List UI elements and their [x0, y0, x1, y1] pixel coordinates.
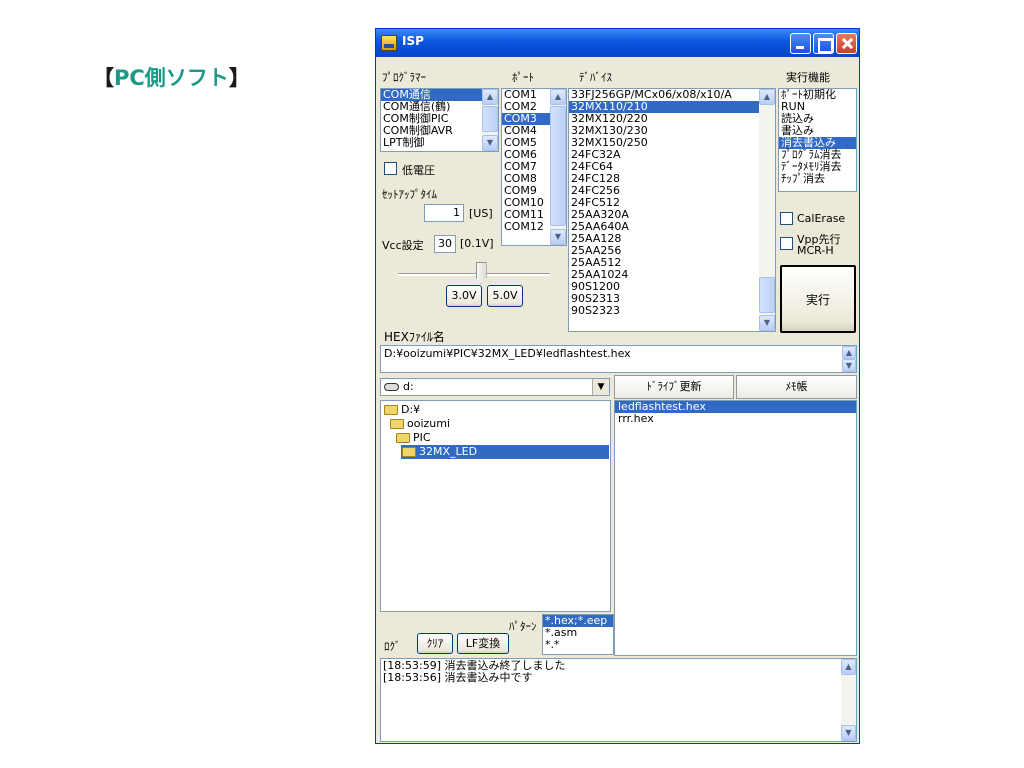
pattern-list[interactable]: *.hex;*.eep *.asm *.* — [542, 614, 614, 655]
programmer-label: ﾌﾟﾛｸﾞﾗﾏｰ — [382, 71, 426, 84]
clear-log-button[interactable]: ｸﾘｱ — [417, 633, 453, 654]
setup-time-label: ｾｯﾄｱｯﾌﾟﾀｲﾑ — [382, 188, 437, 201]
programmer-list[interactable]: COM通信 COM通信(鶴) COM制御PIC COM制御AVR LPT制御 ▲ ▼ — [380, 88, 499, 152]
minimize-button[interactable] — [790, 33, 811, 54]
folder-label: ooizumi — [407, 417, 451, 430]
vcc-slider-thumb[interactable] — [475, 262, 487, 284]
set-3v-button[interactable]: 3.0V — [446, 285, 482, 307]
pattern-item[interactable]: *.* — [543, 639, 613, 651]
caption-text: PC側ソフト — [114, 66, 229, 90]
drive-value: d: — [403, 380, 414, 393]
vcc-label: Vcc設定 — [382, 239, 424, 252]
device-label: ﾃﾞﾊﾞｲｽ — [579, 71, 612, 84]
page-caption: 【PC側ソフト】 — [93, 62, 250, 92]
log-scrollbar[interactable]: ▲ ▼ — [841, 659, 856, 741]
folder-item[interactable]: PIC — [395, 431, 431, 445]
functions-label: 実行機能 — [786, 71, 830, 84]
file-item[interactable]: rrr.hex — [615, 413, 856, 425]
scroll-down-icon[interactable]: ▼ — [759, 315, 775, 331]
folder-item[interactable]: D:¥ — [383, 403, 420, 417]
title-bar[interactable]: ISP — [376, 29, 859, 57]
function-item[interactable]: ﾁｯﾌﾟ消去 — [779, 173, 856, 185]
hex-path-field[interactable]: D:¥ooizumi¥PIC¥32MX_LED¥ledflashtest.hex… — [380, 345, 857, 373]
folder-label: PIC — [413, 431, 431, 444]
isp-window: ISP ﾌﾟﾛｸﾞﾗﾏｰ ﾎﾟｰﾄ ﾃﾞﾊﾞｲｽ 実行機能 COM通信 COM通信… — [375, 28, 860, 744]
scroll-up-icon[interactable]: ▲ — [842, 346, 856, 359]
scroll-up-icon[interactable]: ▲ — [841, 659, 856, 675]
notepad-button[interactable]: ﾒﾓ帳 — [736, 375, 857, 399]
folder-tree[interactable]: D:¥ ooizumi PIC 32MX_LED — [380, 400, 611, 612]
setup-time-unit: [US] — [469, 207, 493, 220]
vpp-first-checkbox[interactable] — [780, 237, 793, 250]
scroll-thumb[interactable] — [550, 106, 566, 226]
set-5v-button[interactable]: 5.0V — [487, 285, 523, 307]
function-list[interactable]: ﾎﾟｰﾄ初期化 RUN 読込み 書込み 消去書込み ﾌﾟﾛｸﾞﾗﾑ消去 ﾃﾞｰﾀﾒﾓﾘ消去ﾁ… — [778, 88, 857, 192]
close-button[interactable] — [836, 33, 857, 54]
scroll-down-icon[interactable]: ▼ — [482, 135, 498, 151]
port-label: ﾎﾟｰﾄ — [512, 71, 534, 84]
caption-close-bracket: 】 — [228, 66, 250, 90]
folder-item[interactable]: 32MX_LED — [401, 445, 609, 459]
hex-path-text: D:¥ooizumi¥PIC¥32MX_LED¥ledflashtest.hex — [384, 347, 631, 360]
app-icon — [381, 35, 397, 51]
drive-icon — [384, 383, 399, 391]
drive-refresh-button[interactable]: ﾄﾞﾗｲﾌﾞ更新 — [614, 375, 734, 399]
scroll-thumb[interactable] — [482, 106, 498, 132]
device-item[interactable]: 90S2323 — [569, 305, 775, 317]
folder-icon — [390, 419, 404, 429]
programmer-scrollbar[interactable]: ▲ ▼ — [482, 89, 498, 151]
folder-icon — [384, 405, 398, 415]
scroll-up-icon[interactable]: ▲ — [759, 89, 775, 105]
programmer-item[interactable]: LPT制御 — [381, 137, 498, 149]
drive-select[interactable]: d: ▼ — [380, 378, 610, 396]
scroll-down-icon[interactable]: ▼ — [841, 725, 856, 741]
folder-item[interactable]: ooizumi — [389, 417, 450, 431]
log-output[interactable]: [18:53:59] 消去書込み終了しました [18:53:56] 消去書込み中で… — [380, 658, 857, 742]
port-scrollbar[interactable]: ▲ ▼ — [550, 89, 566, 245]
hex-filename-label: HEXﾌｧｲﾙ名 — [384, 330, 445, 344]
window-title: ISP — [402, 34, 424, 48]
log-line: [18:53:56] 消去書込み中です — [383, 671, 533, 684]
scroll-down-icon[interactable]: ▼ — [550, 229, 566, 245]
maximize-button[interactable] — [813, 33, 834, 54]
folder-icon — [396, 433, 410, 443]
scroll-up-icon[interactable]: ▲ — [482, 89, 498, 105]
chevron-down-icon[interactable]: ▼ — [592, 379, 609, 395]
log-label: ﾛｸﾞ — [384, 640, 401, 653]
low-voltage-checkbox[interactable] — [384, 162, 397, 175]
setup-time-input[interactable]: 1 — [424, 204, 464, 222]
folder-label: 32MX_LED — [419, 445, 478, 458]
device-list[interactable]: 33FJ256GP/MCx06/x08/x10/A 32MX110/210 32MX… — [568, 88, 776, 332]
calerase-checkbox[interactable] — [780, 212, 793, 225]
folder-icon — [402, 447, 416, 457]
device-scrollbar[interactable]: ▲ ▼ — [759, 89, 775, 331]
folder-label: D:¥ — [401, 403, 421, 416]
scroll-up-icon[interactable]: ▲ — [550, 89, 566, 105]
scroll-thumb[interactable] — [759, 277, 775, 313]
hex-scrollbar[interactable]: ▲ ▼ — [842, 346, 856, 372]
calerase-label: CalErase — [797, 212, 846, 225]
port-list[interactable]: COM1 COM2 COM3 COM4 COM5 COM6 COM7 COM8 COM9 COM1… — [501, 88, 567, 246]
run-button[interactable]: 実行 — [780, 265, 856, 333]
scroll-down-icon[interactable]: ▼ — [842, 359, 856, 372]
file-list[interactable]: ledflashtest.hex rrr.hex — [614, 400, 857, 656]
vpp-first-label: Vpp先行 MCR-H — [797, 234, 841, 256]
vcc-unit: [0.1V] — [460, 237, 494, 250]
vcc-slider-track[interactable] — [398, 273, 550, 276]
pattern-label: ﾊﾟﾀｰﾝ — [509, 620, 537, 633]
vcc-input[interactable]: 30 — [434, 235, 456, 253]
caption-open-bracket: 【 — [93, 66, 114, 90]
lf-convert-button[interactable]: LF変換 — [457, 633, 509, 654]
vpp-first-label-line2: MCR-H — [797, 244, 834, 257]
low-voltage-label: 低電圧 — [402, 164, 435, 177]
